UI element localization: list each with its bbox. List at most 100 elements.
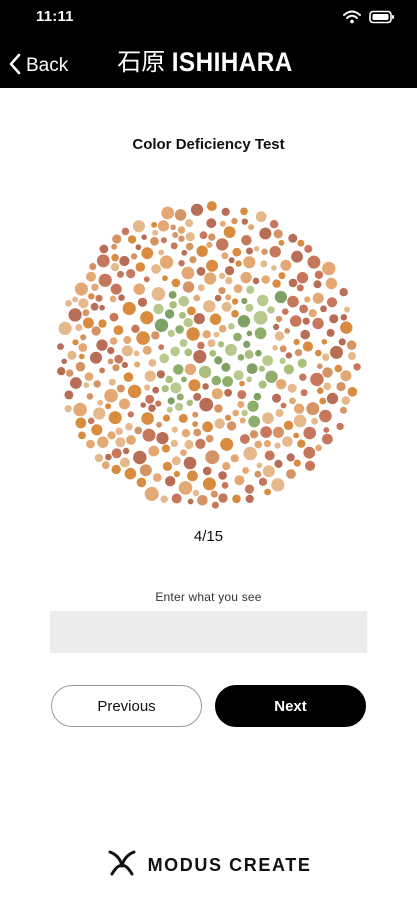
plate-dot <box>144 486 159 501</box>
plate-dot <box>310 372 324 387</box>
plate-dot <box>205 434 214 443</box>
plate-dot <box>123 372 134 382</box>
plate-dot <box>338 338 346 346</box>
plate-dot <box>154 318 169 332</box>
plate-dot <box>308 309 317 318</box>
plate-dot <box>159 353 169 364</box>
plate-dot <box>111 253 119 262</box>
plate-dot <box>231 217 238 225</box>
plate-dot <box>193 428 202 437</box>
plate-dot <box>307 255 321 269</box>
plate-dot <box>141 247 154 260</box>
plate-dot <box>297 239 305 247</box>
status-time: 11:11 <box>36 8 74 25</box>
next-button[interactable]: Next <box>215 685 366 727</box>
plate-dot <box>119 457 130 468</box>
plate-dot <box>192 411 199 418</box>
plate-dot <box>326 297 338 308</box>
plate-dot <box>131 324 140 333</box>
plate-dot <box>181 266 195 280</box>
plate-dot <box>72 296 79 303</box>
plate-dot <box>79 353 85 360</box>
plate-dot <box>115 427 123 435</box>
plate-dot <box>246 285 255 294</box>
answer-input[interactable] <box>50 611 367 653</box>
plate-dot <box>344 306 350 313</box>
plate-dot <box>90 302 99 311</box>
plate-dot <box>107 431 116 440</box>
plate-dot <box>247 400 259 412</box>
plate-dot <box>254 327 267 340</box>
plate-dot <box>340 406 347 414</box>
plate-dot <box>101 461 110 469</box>
plate-dot <box>296 284 304 292</box>
plate-dot <box>221 207 230 216</box>
plate-dot <box>274 459 283 468</box>
plate-dot <box>211 388 223 400</box>
plate-dot <box>205 450 220 465</box>
plate-dot <box>214 418 225 429</box>
plate-dot <box>86 439 95 449</box>
plate-dot <box>151 331 160 340</box>
plate-dot <box>304 244 313 253</box>
plate-dot <box>282 308 289 315</box>
plate-dot <box>255 349 262 357</box>
plate-dot <box>142 428 156 442</box>
plate-dot <box>91 326 101 336</box>
plate-dot <box>114 354 124 364</box>
plate-dot <box>216 238 229 251</box>
previous-button[interactable]: Previous <box>51 685 202 727</box>
plate-dot <box>214 404 223 413</box>
plate-dot <box>93 407 106 420</box>
plate-dot <box>293 403 305 414</box>
plate-dot <box>185 242 194 251</box>
plate-dot <box>280 402 287 409</box>
plate-dot <box>248 415 261 428</box>
plate-dot <box>97 399 104 406</box>
plate-dot <box>285 352 293 359</box>
plate-dot <box>173 364 184 375</box>
plate-dot <box>171 278 181 288</box>
plate-dot <box>162 461 172 471</box>
plate-dot <box>116 384 125 393</box>
plate-dot <box>136 331 150 345</box>
plate-dot <box>197 284 205 292</box>
plate-dot <box>72 339 79 346</box>
plate-dot <box>133 450 147 465</box>
plate-dot <box>196 267 206 276</box>
plate-dot <box>82 309 90 317</box>
plate-dot <box>90 351 102 364</box>
plate-dot <box>121 361 128 369</box>
plate-dot <box>223 226 236 238</box>
plate-dot <box>113 325 124 335</box>
plate-dot <box>317 387 324 394</box>
footer-brand: MODUS CREATE <box>147 855 312 875</box>
plate-dot <box>171 493 182 504</box>
plate-dot <box>137 297 148 307</box>
footer-logo: MODUS CREATE <box>0 848 417 883</box>
plate-dot <box>273 229 283 239</box>
plate-dot <box>206 259 219 272</box>
plate-dot <box>94 453 104 463</box>
plate-dot <box>115 437 126 448</box>
plate-dot <box>166 406 173 413</box>
plate-dot <box>276 379 287 390</box>
plate-dot <box>262 355 273 366</box>
plate-dot <box>171 456 181 466</box>
plate-dot <box>141 234 147 240</box>
plate-dot <box>300 329 310 340</box>
plate-dot <box>237 390 247 400</box>
plate-dot <box>197 495 208 506</box>
plate-dot <box>168 291 177 299</box>
plate-dot <box>220 437 234 451</box>
plate-dot <box>218 493 228 503</box>
plate-dot <box>152 386 160 394</box>
ishihara-plate-image <box>57 201 361 509</box>
plate-dot <box>112 364 120 372</box>
plate-dot <box>287 295 299 308</box>
plate-dot <box>151 221 158 228</box>
plate-dot <box>184 348 193 357</box>
plate-dot <box>95 294 103 302</box>
plate-dot <box>148 445 160 457</box>
plate-dot <box>330 345 343 359</box>
